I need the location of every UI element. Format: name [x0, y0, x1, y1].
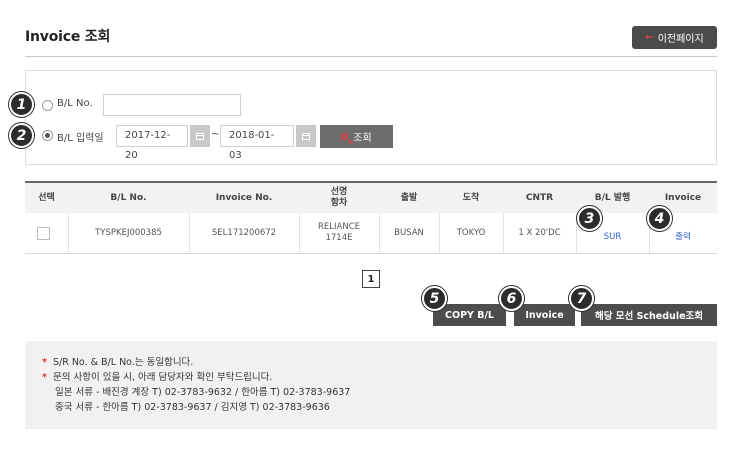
- bl-no-radio[interactable]: [42, 100, 53, 111]
- date-range-separator: ~: [211, 129, 220, 140]
- date-from-calendar-button[interactable]: [190, 125, 210, 147]
- date-to-calendar-button[interactable]: [296, 125, 316, 147]
- bl-date-radio-label: B/L 입력일: [57, 133, 104, 144]
- col-header-cntr: CNTR: [525, 192, 554, 203]
- callout-badge-6: 6: [499, 286, 524, 311]
- callout-badge-2: 2: [9, 123, 34, 148]
- callout-badge-4: 4: [647, 206, 672, 231]
- cell-departure: BUSAN: [394, 227, 424, 238]
- invoice-button[interactable]: Invoice: [514, 304, 575, 326]
- title-divider: [25, 56, 717, 57]
- col-header-departure: 출발: [400, 192, 418, 203]
- callout-badge-3: 3: [577, 206, 602, 231]
- col-header-arrival: 도착: [462, 192, 480, 203]
- callout-badge-5: 5: [422, 286, 447, 311]
- cell-vessel-name: RELIANCE: [318, 222, 360, 232]
- col-header-voyage: 항차: [330, 198, 348, 208]
- back-arrow-icon: ←: [645, 32, 654, 43]
- copy-bl-button[interactable]: COPY B/L: [433, 304, 506, 326]
- row-select-checkbox[interactable]: [37, 227, 50, 240]
- col-header-vessel-name: 선명: [330, 187, 348, 197]
- notice-line-2: * 문의 사항이 있을 시, 아래 담당자와 확인 부탁드립니다.: [42, 370, 272, 385]
- star-icon: *: [42, 357, 47, 368]
- back-button-label: 이전페이지: [657, 34, 704, 45]
- notice-text-2: 문의 사항이 있을 시, 아래 담당자와 확인 부탁드립니다.: [52, 372, 273, 383]
- calendar-icon: [302, 132, 310, 140]
- calendar-icon: [196, 132, 204, 140]
- col-header-invoice-no: Invoice No.: [215, 192, 273, 203]
- cell-bl-no: TYSPKEJ000385: [95, 227, 162, 238]
- notice-line-4: 중국 서류 - 한아름 T) 02-3783-9637 / 김지영 T) 02-…: [55, 402, 330, 413]
- col-header-select: 선택: [38, 192, 55, 203]
- page-title: Invoice 조회: [25, 29, 111, 45]
- col-header-vessel: 선명 항차: [299, 183, 379, 213]
- callout-badge-7: 7: [569, 286, 594, 311]
- pagination-page-1[interactable]: 1: [362, 270, 380, 288]
- bl-date-radio[interactable]: [42, 130, 53, 141]
- search-button[interactable]: 조회: [320, 125, 393, 148]
- notice-line-3: 일본 서류 - 배진경 계장 T) 02-3783-9632 / 한아름 T) …: [55, 387, 351, 398]
- cell-arrival: TOKYO: [456, 227, 486, 238]
- search-button-label: 조회: [353, 133, 372, 144]
- callout-badge-1: 1: [9, 92, 34, 117]
- cell-invoice-no: SEL171200672: [211, 227, 277, 238]
- notice-line-1: * S/R No. & B/L No.는 동일합니다.: [42, 355, 193, 370]
- col-header-bl-no: B/L No.: [110, 192, 147, 203]
- cell-vessel: RELIANCE 1714E: [299, 213, 379, 253]
- star-icon: *: [42, 372, 47, 383]
- notice-text-1: S/R No. & B/L No.는 동일합니다.: [52, 357, 194, 368]
- bl-no-input[interactable]: [103, 94, 241, 116]
- search-icon: [341, 133, 349, 140]
- cell-voyage: 1714E: [325, 233, 353, 243]
- vessel-schedule-button[interactable]: 해당 모선 Schedule조회: [581, 304, 717, 326]
- date-from-input[interactable]: 2017-12-20: [116, 125, 188, 161]
- back-button[interactable]: ← 이전페이지: [632, 26, 717, 49]
- cell-cntr: 1 X 20'DC: [518, 227, 561, 238]
- date-to-input[interactable]: 2018-01-03: [220, 125, 294, 161]
- bl-no-radio-label: B/L No.: [57, 98, 93, 109]
